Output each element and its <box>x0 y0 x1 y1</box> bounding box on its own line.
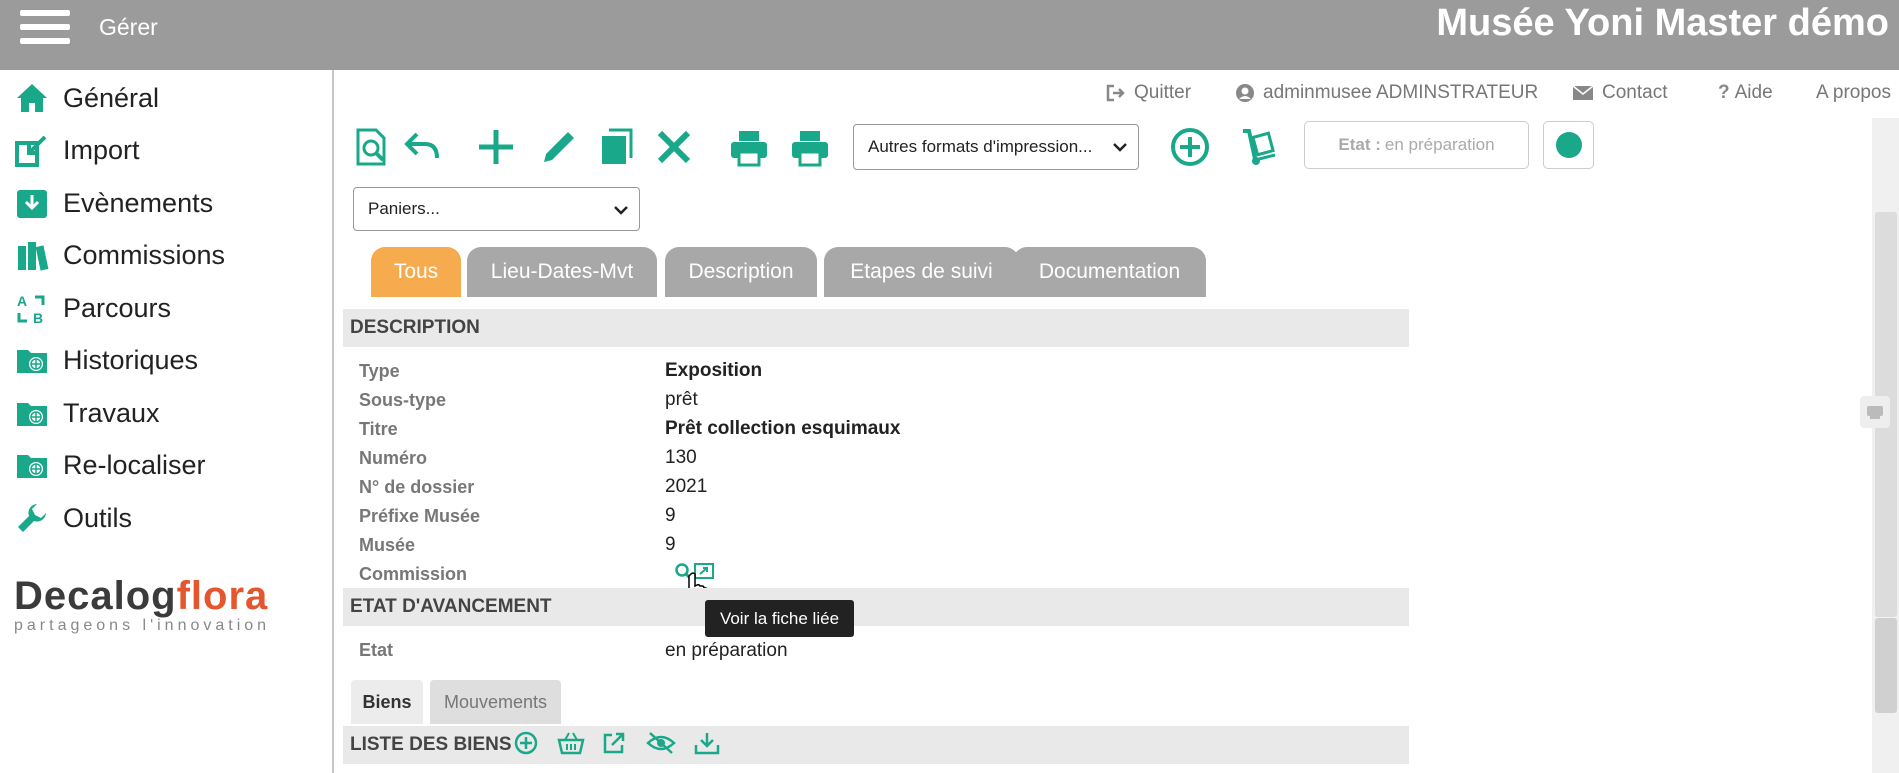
hand-truck-icon[interactable] <box>1237 125 1281 169</box>
liste-biens-title: LISTE DES BIENS <box>350 734 512 755</box>
field-label-commission: Commission <box>359 564 468 584</box>
tab-etapes-de-suivi[interactable]: Etapes de suivi <box>824 247 1019 297</box>
home-icon <box>14 80 50 116</box>
sidebar-item-general[interactable]: Général <box>14 78 159 118</box>
field-label-numero: Numéro <box>359 448 428 468</box>
folder-globe-icon <box>14 447 50 483</box>
field-value-musee: 9 <box>665 534 676 555</box>
print-icon[interactable] <box>727 126 771 170</box>
sidebar: Général Import Evènements Commissions AB… <box>0 70 334 773</box>
route-icon: AB <box>14 290 50 326</box>
tab-tous[interactable]: Tous <box>371 247 461 297</box>
field-value-etat: en préparation <box>665 640 788 661</box>
add-icon[interactable] <box>475 126 517 168</box>
field-value-numero: 130 <box>665 447 697 468</box>
tooltip: Voir la fiche liée <box>705 600 854 637</box>
menu-label[interactable]: Gérer <box>99 14 158 41</box>
sidebar-item-outils[interactable]: Outils <box>14 498 132 538</box>
contact-link[interactable]: Contact <box>1572 82 1667 104</box>
basket-icon[interactable] <box>557 731 585 760</box>
status-dot-icon <box>1555 132 1582 158</box>
sidebar-item-evenements[interactable]: Evènements <box>14 183 213 223</box>
sidebar-item-label: Commissions <box>63 239 226 270</box>
sidebar-item-travaux[interactable]: Travaux <box>14 393 160 433</box>
eye-slash-icon[interactable] <box>646 731 676 760</box>
field-value-prefixe-musee: 9 <box>665 505 676 526</box>
delete-icon[interactable] <box>653 126 695 168</box>
etat-status-field: Etat : en préparation <box>1304 121 1529 169</box>
download-tray-icon[interactable] <box>694 731 720 760</box>
chevron-down-icon <box>614 206 628 215</box>
field-label-sous-type: Sous-type <box>359 390 447 410</box>
sidebar-item-label: Historiques <box>63 344 199 375</box>
subtab-mouvements[interactable]: Mouvements <box>430 680 561 724</box>
field-label-prefixe-musee: Préfixe Musée <box>359 506 481 526</box>
question-icon: ? <box>1718 82 1730 103</box>
section-avancement-title: ETAT D'AVANCEMENT <box>343 588 1409 626</box>
sidebar-item-parcours[interactable]: AB Parcours <box>14 288 171 328</box>
sidebar-item-commissions[interactable]: Commissions <box>14 235 225 275</box>
top-header: Gérer Musée Yoni Master démo <box>0 0 1899 70</box>
about-link[interactable]: A propos <box>1816 82 1891 104</box>
add-item-icon[interactable] <box>514 731 538 760</box>
side-panel-toggle-icon[interactable] <box>1860 396 1890 428</box>
sidebar-item-re-localiser[interactable]: Re-localiser <box>14 445 206 485</box>
sidebar-item-import[interactable]: Import <box>14 130 140 170</box>
sidebar-item-label: Import <box>63 134 140 165</box>
wrench-icon <box>14 500 50 536</box>
subtab-biens[interactable]: Biens <box>351 680 423 724</box>
add-circle-icon[interactable] <box>1168 125 1212 169</box>
quit-link[interactable]: Quitter <box>1106 82 1191 104</box>
sign-out-icon <box>1106 84 1125 102</box>
site-title: Musée Yoni Master démo <box>1436 2 1889 44</box>
sidebar-item-label: Travaux <box>63 397 160 428</box>
field-label-titre: Titre <box>359 419 398 439</box>
section-liste-biens: LISTE DES BIENS <box>343 726 1409 764</box>
sidebar-item-label: Général <box>63 82 160 113</box>
tab-lieu-dates-mvt[interactable]: Lieu-Dates-Mvt <box>467 247 657 297</box>
scrollbar-thumb-lower[interactable] <box>1875 618 1897 713</box>
field-value-dossier: 2021 <box>665 476 708 497</box>
download-box-icon <box>14 185 50 221</box>
field-value-titre: Prêt collection esquimaux <box>665 418 901 439</box>
tab-documentation[interactable]: Documentation <box>1013 247 1206 297</box>
envelope-icon <box>1572 85 1594 100</box>
hamburger-menu-icon[interactable] <box>20 10 70 44</box>
sidebar-item-label: Outils <box>63 502 133 533</box>
field-label-dossier: N° de dossier <box>359 477 475 497</box>
search-record-icon[interactable] <box>350 126 392 168</box>
external-link-icon[interactable] <box>602 731 626 760</box>
user-link[interactable]: adminmusee ADMINSTRATEUR <box>1235 82 1538 104</box>
sidebar-item-historiques[interactable]: Historiques <box>14 340 198 380</box>
baskets-select[interactable]: Paniers... <box>353 187 640 231</box>
sidebar-item-label: Parcours <box>63 292 172 323</box>
field-value-sous-type: prêt <box>665 389 698 410</box>
sidebar-item-label: Evènements <box>63 187 214 218</box>
folder-globe-icon <box>14 395 50 431</box>
section-description-title: DESCRIPTION <box>343 309 1409 347</box>
svg-text:A: A <box>17 293 27 309</box>
field-value-type: Exposition <box>665 360 763 381</box>
svg-text:B: B <box>33 310 43 325</box>
folder-globe-icon <box>14 342 50 378</box>
decalog-flora-logo: Decalogflora partageons l'innovation <box>14 574 271 634</box>
chevron-down-icon <box>1113 143 1127 152</box>
status-button[interactable] <box>1543 121 1594 169</box>
print-formats-select[interactable]: Autres formats d'impression... <box>853 124 1139 170</box>
top-links: Quitter adminmusee ADMINSTRATEUR Contact… <box>1100 82 1899 108</box>
import-icon <box>14 132 50 168</box>
edit-pencil-icon[interactable] <box>538 126 580 168</box>
field-label-musee: Musée <box>359 535 416 555</box>
user-circle-icon <box>1236 84 1254 102</box>
field-label-etat: Etat <box>359 640 394 660</box>
print-alt-icon[interactable] <box>788 126 832 170</box>
help-link[interactable]: ? Aide <box>1718 82 1773 104</box>
sidebar-item-label: Re-localiser <box>63 449 206 480</box>
tab-description[interactable]: Description <box>665 247 817 297</box>
undo-icon[interactable] <box>401 126 443 168</box>
duplicate-icon[interactable] <box>595 126 637 168</box>
field-label-type: Type <box>359 361 400 381</box>
books-icon <box>14 237 50 273</box>
